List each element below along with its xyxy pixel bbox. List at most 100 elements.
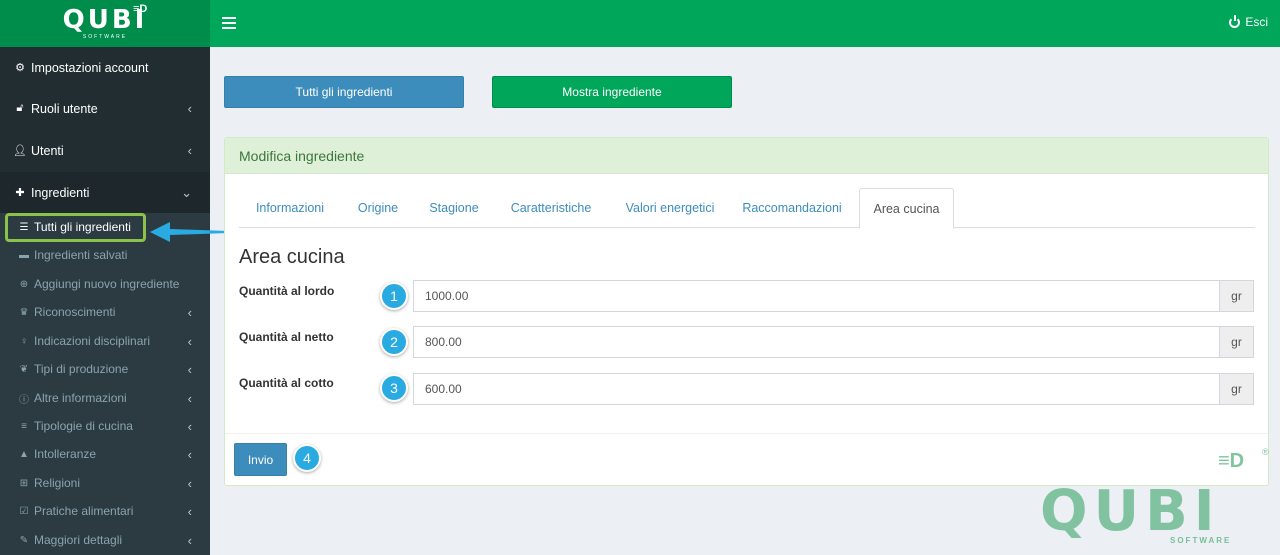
sidebar-item-users[interactable]: 👤︎ Utenti ‹ [0,130,210,171]
gross-quantity-input[interactable] [413,280,1219,312]
submenu-item-production-types[interactable]: ❦ Tipi di produzione ‹ [0,355,210,383]
sidebar-item-label: Ruoli utente [31,101,98,116]
sidebar-item-label: Impostazioni account [31,60,149,75]
power-icon [1229,14,1241,28]
sidebar: ⚙ Impostazioni account 🔓︎ Ruoli utente ‹… [0,47,210,555]
leaf-icon: ❦ [19,363,29,375]
submenu-item-awards[interactable]: ♛ Riconoscimenti ‹ [0,298,210,326]
chevron-left-icon: ‹ [187,304,192,320]
chevron-left-icon: ‹ [187,101,192,116]
chevron-left-icon: ‹ [187,361,192,377]
gross-quantity-group: gr [413,280,1254,312]
lightbulb-icon: ♀ [20,335,28,347]
highlight-box [5,213,146,242]
net-quantity-input[interactable] [413,326,1219,358]
tab-raccomandazioni[interactable]: Raccomandazioni [731,188,853,228]
cooked-quantity-input[interactable] [413,373,1219,405]
sidebar-item-user-roles[interactable]: 🔓︎ Ruoli utente ‹ [0,88,210,129]
step-badge: 3 [380,374,408,402]
hamburger-menu-icon[interactable] [222,14,236,30]
submenu-item-cuisine-types[interactable]: ≡ Tipologie di cucina ‹ [0,412,210,440]
submenu-item-saved-ingredients[interactable]: ▬ Ingredienti salvati [0,241,210,269]
chevron-left-icon: ‹ [187,143,192,158]
submenu-item-label: Tipi di produzione [34,362,129,376]
plus-circle-icon: ⊕ [19,278,29,290]
step-badge: 1 [380,282,408,310]
sidebar-item-account-settings[interactable]: ⚙ Impostazioni account [0,47,210,88]
cooked-quantity-label: Quantità al cotto [239,376,334,390]
unlock-icon: 🔓︎ [16,102,24,114]
submenu-item-other-info[interactable]: ⓘ Altre informazioni ‹ [0,384,210,412]
submenu-item-label: Indicazioni disciplinari [34,334,151,348]
watermark-logo: ≡D ® QUBI SOFTWARE [1040,447,1280,555]
logout-label: Esci [1245,15,1268,29]
tab-caratteristiche[interactable]: Caratteristiche [493,188,609,228]
chevron-left-icon: ‹ [187,446,192,462]
submenu-item-regulations[interactable]: ♀ Indicazioni disciplinari ‹ [0,327,210,355]
section-title: Area cucina [239,246,345,268]
logout-button[interactable]: Esci [1229,14,1268,29]
all-ingredients-button[interactable]: Tutti gli ingredienti [224,76,464,108]
submenu-item-label: Ingredienti salvati [34,248,128,262]
submenu-item-label: Religioni [34,476,81,490]
warning-icon: ▲ [19,448,29,460]
chevron-left-icon: ‹ [187,418,192,434]
submenu-item-intolerances[interactable]: ▲ Intolleranze ‹ [0,440,210,468]
info-icon: ⓘ [19,394,29,406]
step-badge: 2 [380,328,408,356]
chevron-left-icon: ‹ [187,503,192,519]
pointer-arrow-icon [150,222,230,242]
tab-origine[interactable]: Origine [341,188,415,228]
submenu-item-more-details[interactable]: ✎ Maggiori dettagli ‹ [0,526,210,554]
tab-informazioni[interactable]: Informazioni [239,188,341,228]
chevron-left-icon: ‹ [187,475,192,491]
registered-mark: ® [1262,447,1269,457]
submenu-item-label: Aggiungi nuovo ingrediente [34,277,180,291]
submenu-item-label: Riconoscimenti [34,305,116,319]
archive-icon: ▬ [19,249,29,261]
ingredients-submenu: ☰ Tutti gli ingredienti ▬ Ingredienti sa… [0,213,210,555]
chevron-down-icon: ⌄ [181,184,192,200]
sidebar-item-label: Utenti [31,143,64,158]
watermark-subtitle: SOFTWARE [1170,536,1232,545]
plus-square-icon: ⊞ [19,477,29,489]
chevron-left-icon: ‹ [187,390,192,406]
wrench-icon: ✎ [19,534,29,546]
submenu-item-dietary-practices[interactable]: ☑ Pratiche alimentari ‹ [0,497,210,525]
submenu-item-label: Pratiche alimentari [34,504,134,518]
check-square-icon: ☑ [19,505,29,517]
submenu-item-label: Tipologie di cucina [34,419,133,433]
logo[interactable]: QUBI SOFTWARE ≡D [0,0,210,47]
tab-area-cucina[interactable]: Area cucina [859,188,954,229]
net-quantity-label: Quantità al netto [239,330,334,344]
trophy-icon: ♛ [19,306,29,318]
sidebar-item-label: Ingredienti [31,185,90,200]
user-icon: 👤︎ [13,145,27,157]
logo-mark: ≡D [133,3,148,15]
puzzle-icon: ✚ [15,187,25,199]
edit-ingredient-panel: Modifica ingrediente Informazioni Origin… [224,137,1269,486]
tab-bar: Informazioni Origine Stagione Caratteris… [239,188,1255,229]
submenu-item-religions[interactable]: ⊞ Religioni ‹ [0,469,210,497]
sidebar-item-ingredients[interactable]: ✚ Ingredienti ⌄ [0,172,210,213]
tab-stagione[interactable]: Stagione [415,188,493,228]
show-ingredient-button[interactable]: Mostra ingrediente [492,76,732,108]
unit-addon: gr [1219,326,1254,358]
logo-subtitle: SOFTWARE [82,34,128,40]
chevron-left-icon: ‹ [187,532,192,548]
unit-addon: gr [1219,280,1254,312]
panel-title: Modifica ingrediente [225,138,1268,174]
top-navbar: QUBI SOFTWARE ≡D Esci [0,0,1280,47]
align-left-icon: ≡ [21,420,27,432]
gross-quantity-label: Quantità al lordo [239,284,335,298]
net-quantity-group: gr [413,326,1254,358]
submit-button[interactable]: Invio [234,443,287,476]
chevron-left-icon: ‹ [187,333,192,349]
gear-icon: ⚙ [15,62,25,74]
submenu-item-label: Intolleranze [34,447,97,461]
submenu-item-label: Altre informazioni [34,391,127,405]
watermark-mark: ≡D [1218,450,1245,472]
tab-valori-energetici[interactable]: Valori energetici [609,188,731,228]
step-badge: 4 [293,444,321,472]
submenu-item-add-ingredient[interactable]: ⊕ Aggiungi nuovo ingrediente [0,270,210,298]
